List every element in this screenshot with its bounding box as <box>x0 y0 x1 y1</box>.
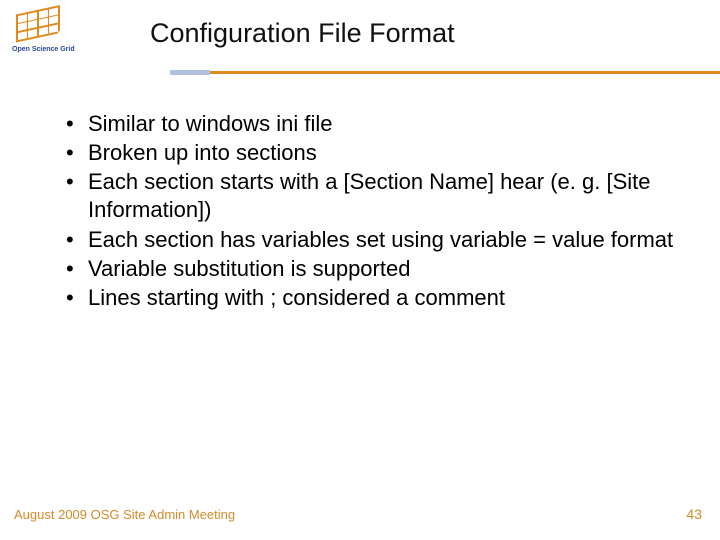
list-item: Each section starts with a [Section Name… <box>60 168 680 224</box>
list-item: Variable substitution is supported <box>60 255 680 283</box>
header-rule <box>0 70 720 74</box>
slide-title: Configuration File Format <box>150 18 455 49</box>
page-number: 43 <box>686 506 702 522</box>
list-item: Similar to windows ini file <box>60 110 680 138</box>
osg-logo-icon <box>16 6 58 41</box>
rule-main-icon <box>210 71 720 74</box>
osg-logo-label: Open Science Grid <box>12 46 66 53</box>
slide-header: Open Science Grid Configuration File For… <box>0 0 720 85</box>
list-item: Each section has variables set using var… <box>60 226 680 254</box>
slide-body: Similar to windows ini file Broken up in… <box>60 110 680 313</box>
list-item: Lines starting with ; considered a comme… <box>60 284 680 312</box>
rule-accent-icon <box>170 70 210 75</box>
bullet-list: Similar to windows ini file Broken up in… <box>60 110 680 312</box>
osg-logo: Open Science Grid <box>12 10 66 53</box>
list-item: Broken up into sections <box>60 139 680 167</box>
footer-text: August 2009 OSG Site Admin Meeting <box>14 507 235 522</box>
